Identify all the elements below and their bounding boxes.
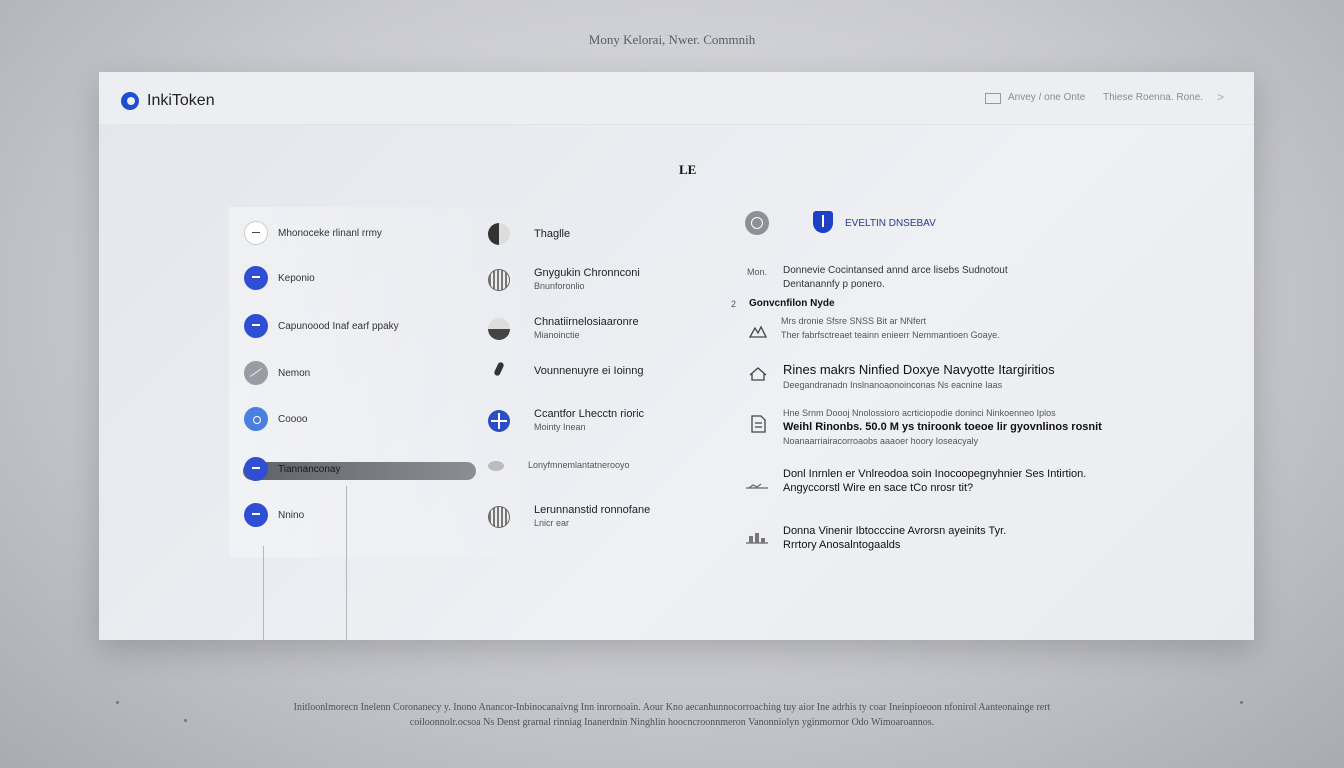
home-icon	[749, 367, 767, 381]
user-circle-icon	[244, 266, 268, 290]
info-line: Rines makrs Ninfied Doxye Navyotte Itarg…	[783, 362, 1055, 377]
info-line: Donnevie Cocintansed annd arce lisebs Su…	[783, 265, 1008, 276]
sidebar-item-label: Nemon	[278, 367, 311, 379]
info-item-4: Rines makrs Ninfied Doxye Navyotte Itarg…	[783, 361, 1055, 392]
menu-item-1[interactable]: Thaglle	[488, 223, 570, 245]
shield-icon	[813, 211, 833, 233]
header-link-account[interactable]: Anvey / one Onte	[1008, 92, 1085, 103]
menu-item-subtitle: Mointy Inean	[534, 422, 586, 432]
info-item-7: Donna Vinenir Ibtocccine Avrorsn ayeinit…	[783, 524, 1006, 552]
menu-item-text: Lerunnanstid ronnofane Lnicr ear	[534, 504, 650, 530]
app-name: InkiToken	[147, 92, 215, 109]
menu-item-subtitle: Lnicr ear	[534, 518, 570, 528]
info-line: Mrs dronie Sfsre SNSS Bit ar NNfert	[781, 316, 927, 326]
chart-icon	[746, 483, 768, 489]
window-icon[interactable]	[985, 93, 1001, 104]
sidebar-item-7[interactable]: Nnino	[244, 503, 304, 527]
info-item-5: Hne Srnm Doooj Nnolossioro acrticiopodie…	[783, 406, 1102, 448]
divider	[346, 486, 347, 640]
sidebar-item-1[interactable]: Mhonoceke rlinanl rrmy	[244, 221, 382, 245]
plus-circle-icon	[488, 410, 510, 432]
menu-item-title: Vounnenuyre ei Ioinng	[534, 364, 644, 377]
pin-icon	[488, 360, 510, 382]
barcode-icon	[488, 269, 510, 291]
info-line: Dentanannfy p ponero.	[783, 279, 885, 290]
info-line: Deegandranadn Inslnanoaonoinconas Ns eac…	[783, 380, 1003, 390]
minus-circle-icon	[244, 221, 268, 245]
menu-item-4[interactable]: Vounnenuyre ei Ioinng	[488, 360, 643, 382]
info-line: Gonvcnfilon Nyde	[749, 298, 835, 309]
user-circle-icon	[244, 314, 268, 338]
logo-icon	[121, 92, 139, 110]
menu-item-title: Chnatiirnelosiaaronre	[534, 316, 639, 328]
menu-item-6[interactable]: Lonyfmnemlantatnerooyo	[488, 459, 630, 472]
bean-icon	[488, 460, 504, 471]
chart-bar-icon	[746, 533, 768, 544]
chevron-right-icon[interactable]: >	[1217, 90, 1224, 104]
sidebar-item-label: Tiannanconay	[278, 463, 341, 475]
menu-item-text: Ccantfor Lhecctn rioric Mointy Inean	[534, 408, 644, 434]
contrast-icon	[488, 223, 510, 245]
sidebar-item-label: Mhonoceke rlinanl rrmy	[278, 227, 382, 239]
sidebar-item-label: Nnino	[278, 509, 305, 521]
lead-label: 2	[731, 299, 737, 309]
sidebar-item-3[interactable]: Capunoood Inaf earf ppaky	[244, 314, 399, 338]
info-item-6: Donl Inrnlen er Vnlreodoa soin Inocoopeg…	[783, 467, 1086, 495]
menu-item-subtitle: Bnunforonlio	[534, 281, 585, 291]
menu-item-3[interactable]: Chnatiirnelosiaaronre Mianoinctie	[488, 316, 639, 342]
document-icon	[751, 415, 766, 433]
page-title: LE	[679, 162, 697, 177]
mountain-icon	[749, 325, 767, 338]
menu-item-5[interactable]: Ccantfor Lhecctn rioric Mointy Inean	[488, 408, 644, 434]
info-line: Weihl Rinonbs. 50.0 M ys tniroonk toeoe …	[783, 421, 1102, 433]
menu-item-2[interactable]: Gnygukin Chronnconi Bnunforonlio	[488, 267, 640, 293]
menu-item-text: Thaglle	[534, 228, 570, 241]
user-circle-icon	[244, 503, 268, 527]
header-link-settings[interactable]: Thiese Roenna. Rone.	[1103, 92, 1203, 103]
slash-circle-icon	[244, 361, 268, 385]
info-line: Donl Inrnlen er Vnlreodoa soin Inocoopeg…	[783, 468, 1087, 480]
info-line: Rrrtory Anosalntogaalds	[783, 539, 901, 551]
settings-circle-icon[interactable]	[745, 211, 769, 235]
ring-circle-icon	[244, 407, 268, 431]
top-caption: Mony Kelorai, Nwer. Commnih	[588, 32, 756, 47]
lead-label: Mon.	[747, 267, 768, 277]
menu-item-title: Lonyfmnemlantatnerooyo	[528, 460, 630, 470]
info-line: Donna Vinenir Ibtocccine Avrorsn ayeinit…	[783, 525, 1007, 537]
info-item-3: Mrs dronie Sfsre SNSS Bit ar NNfert Ther…	[781, 314, 1000, 342]
sidebar-item-label: Coooo	[278, 413, 308, 425]
menu-item-title: Thaglle	[534, 227, 571, 240]
sidebar-item-label: Keponio	[278, 272, 315, 284]
sidebar-item-label: Capunoood Inaf earf ppaky	[278, 320, 399, 332]
panel-title: EVELTIN DNSEBAV	[845, 218, 936, 229]
menu-item-text: Chnatiirnelosiaaronre Mianoinctie	[534, 316, 639, 342]
menu-item-title: Ccantfor Lhecctn rioric	[534, 408, 645, 420]
menu-item-text: Vounnenuyre ei Ioinng	[534, 365, 643, 378]
menu-item-7[interactable]: Lerunnanstid ronnofane Lnicr ear	[488, 504, 650, 530]
info-item-2: Gonvcnfilon Nyde	[749, 297, 835, 311]
app-window: InkiToken Anvey / one Onte Thiese Roenna…	[99, 72, 1254, 640]
sidebar-item-4[interactable]: Nemon	[244, 361, 310, 385]
user-circle-icon	[244, 457, 268, 481]
striped-circle-icon	[488, 506, 510, 528]
info-item-1: Donnevie Cocintansed annd arce lisebs Su…	[783, 264, 1008, 292]
sidebar-item-2[interactable]: Keponio	[244, 266, 315, 290]
footer-line: Initloonlmorecn Inelenn Coronanecy y. In…	[293, 702, 1051, 713]
sidebar-item-5[interactable]: Coooo	[244, 407, 307, 431]
footer-line: coiloonnolr.ocsoa Ns Denst grarnal rinni…	[409, 717, 935, 728]
menu-item-subtitle: Mianoinctie	[534, 330, 580, 340]
half-moon-icon	[488, 318, 510, 340]
info-line: Ther fabrfsctreaet teainn enieerr Nemman…	[781, 330, 1000, 340]
info-line: Angyccorstl Wire en sace tCo nrosr tit?	[783, 482, 974, 494]
app-header: InkiToken Anvey / one Onte Thiese Roenna…	[99, 72, 1254, 125]
menu-item-title: Lerunnanstid ronnofane	[534, 504, 651, 516]
sidebar-item-6-active[interactable]: Tiannanconay	[244, 457, 340, 481]
menu-item-text: Lonyfmnemlantatnerooyo	[528, 459, 630, 472]
menu-item-text: Gnygukin Chronnconi Bnunforonlio	[534, 267, 640, 293]
menu-item-title: Gnygukin Chronnconi	[534, 267, 640, 279]
info-line: Hne Srnm Doooj Nnolossioro acrticiopodie…	[783, 408, 1056, 418]
divider	[263, 546, 264, 640]
info-line: Noanaarriairacorroaobs aaaoer hoory Iose…	[783, 436, 979, 446]
footer-text: Initloonlmorecn Inelenn Coronanecy y. In…	[0, 700, 1344, 730]
